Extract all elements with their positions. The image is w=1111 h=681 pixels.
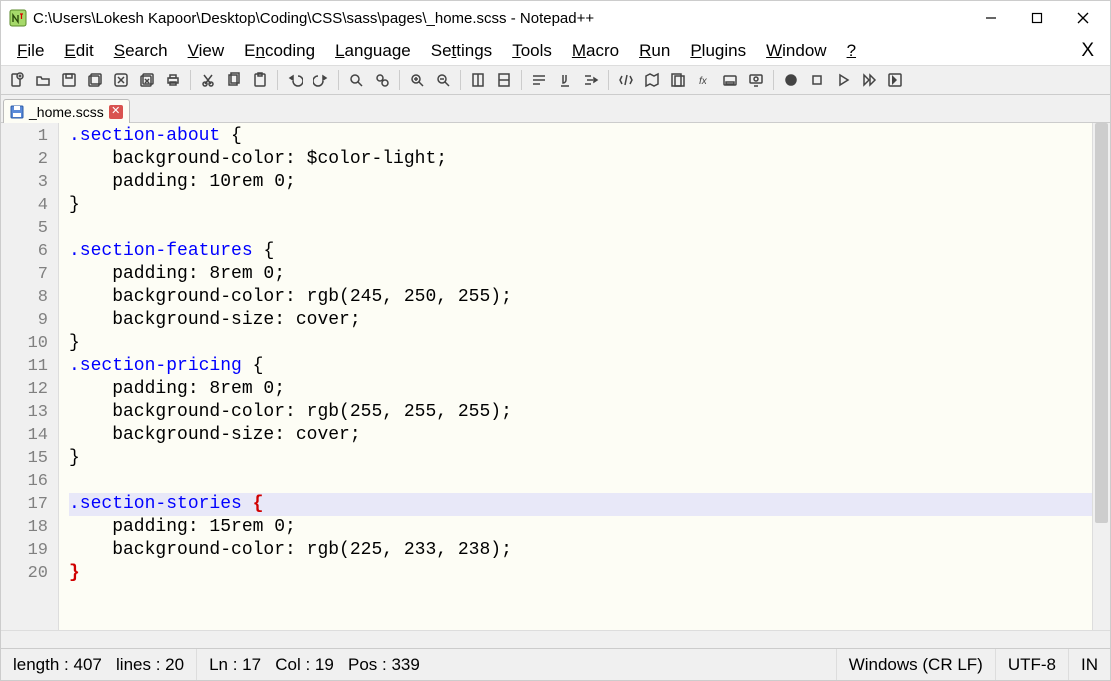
minimize-button[interactable] <box>968 1 1014 35</box>
status-eol[interactable]: Windows (CR LF) <box>837 649 996 680</box>
user-lang-icon[interactable] <box>614 68 638 92</box>
word-wrap-icon[interactable] <box>527 68 551 92</box>
cut-icon[interactable] <box>196 68 220 92</box>
menu-settings[interactable]: Settings <box>421 39 502 63</box>
play-multi-icon[interactable] <box>857 68 881 92</box>
status-encoding[interactable]: UTF-8 <box>996 649 1069 680</box>
doc-map-icon[interactable] <box>640 68 664 92</box>
titlebar: C:\Users\Lokesh Kapoor\Desktop\Coding\CS… <box>1 1 1110 35</box>
undo-icon[interactable] <box>283 68 307 92</box>
tab-filename: _home.scss <box>29 104 104 120</box>
replace-icon[interactable] <box>370 68 394 92</box>
menubar: File Edit Search View Encoding Language … <box>1 35 1110 65</box>
menu-window[interactable]: Window <box>756 39 836 63</box>
redo-icon[interactable] <box>309 68 333 92</box>
maximize-button[interactable] <box>1014 1 1060 35</box>
menu-search[interactable]: Search <box>104 39 178 63</box>
folder-workspace-icon[interactable] <box>718 68 742 92</box>
code-area[interactable]: .section-about { background-color: $colo… <box>59 123 1092 630</box>
editor: 1234567891011121314151617181920 .section… <box>1 123 1110 630</box>
menu-help[interactable]: ? <box>837 39 866 63</box>
menu-run[interactable]: Run <box>629 39 680 63</box>
paste-icon[interactable] <box>248 68 272 92</box>
statusbar: length : 407 lines : 20 Ln : 17 Col : 19… <box>1 648 1110 680</box>
function-list-icon[interactable]: fx <box>692 68 716 92</box>
scrollbar-thumb[interactable] <box>1095 123 1108 523</box>
status-length: length : 407 lines : 20 <box>1 649 197 680</box>
status-insert-mode[interactable]: IN <box>1069 649 1110 680</box>
find-icon[interactable] <box>344 68 368 92</box>
record-macro-icon[interactable] <box>779 68 803 92</box>
save-all-icon[interactable] <box>83 68 107 92</box>
new-file-icon[interactable] <box>5 68 29 92</box>
tabbar: _home.scss ✕ <box>1 95 1110 123</box>
menu-tools[interactable]: Tools <box>502 39 562 63</box>
save-macro-icon[interactable] <box>883 68 907 92</box>
file-tab[interactable]: _home.scss ✕ <box>3 99 130 123</box>
menu-plugins[interactable]: Plugins <box>680 39 756 63</box>
close-button[interactable] <box>1060 1 1106 35</box>
copy-icon[interactable] <box>222 68 246 92</box>
close-all-icon[interactable] <box>135 68 159 92</box>
print-icon[interactable] <box>161 68 185 92</box>
tab-close-icon[interactable]: ✕ <box>109 105 123 119</box>
menu-encoding[interactable]: Encoding <box>234 39 325 63</box>
app-icon <box>9 9 27 27</box>
open-file-icon[interactable] <box>31 68 55 92</box>
line-number-gutter: 1234567891011121314151617181920 <box>1 123 59 630</box>
close-file-icon[interactable] <box>109 68 133 92</box>
toolbar: fx <box>1 65 1110 95</box>
sync-h-icon[interactable] <box>492 68 516 92</box>
svg-text:fx: fx <box>699 76 708 87</box>
save-icon[interactable] <box>57 68 81 92</box>
monitoring-icon[interactable] <box>744 68 768 92</box>
menu-macro[interactable]: Macro <box>562 39 629 63</box>
play-macro-icon[interactable] <box>831 68 855 92</box>
window-title: C:\Users\Lokesh Kapoor\Desktop\Coding\CS… <box>33 10 594 27</box>
menu-language[interactable]: Language <box>325 39 421 63</box>
zoom-in-icon[interactable] <box>405 68 429 92</box>
sync-v-icon[interactable] <box>466 68 490 92</box>
vertical-scrollbar[interactable] <box>1092 123 1110 630</box>
zoom-out-icon[interactable] <box>431 68 455 92</box>
status-position: Ln : 17 Col : 19 Pos : 339 <box>197 649 837 680</box>
doc-list-icon[interactable] <box>666 68 690 92</box>
close-docs-x[interactable]: X <box>1071 40 1104 62</box>
show-all-chars-icon[interactable] <box>553 68 577 92</box>
indent-guide-icon[interactable] <box>579 68 603 92</box>
disk-icon <box>10 105 24 119</box>
stop-macro-icon[interactable] <box>805 68 829 92</box>
menu-view[interactable]: View <box>178 39 235 63</box>
menu-file[interactable]: File <box>7 39 54 63</box>
menu-edit[interactable]: Edit <box>54 39 103 63</box>
horizontal-scrollbar[interactable] <box>1 630 1110 648</box>
